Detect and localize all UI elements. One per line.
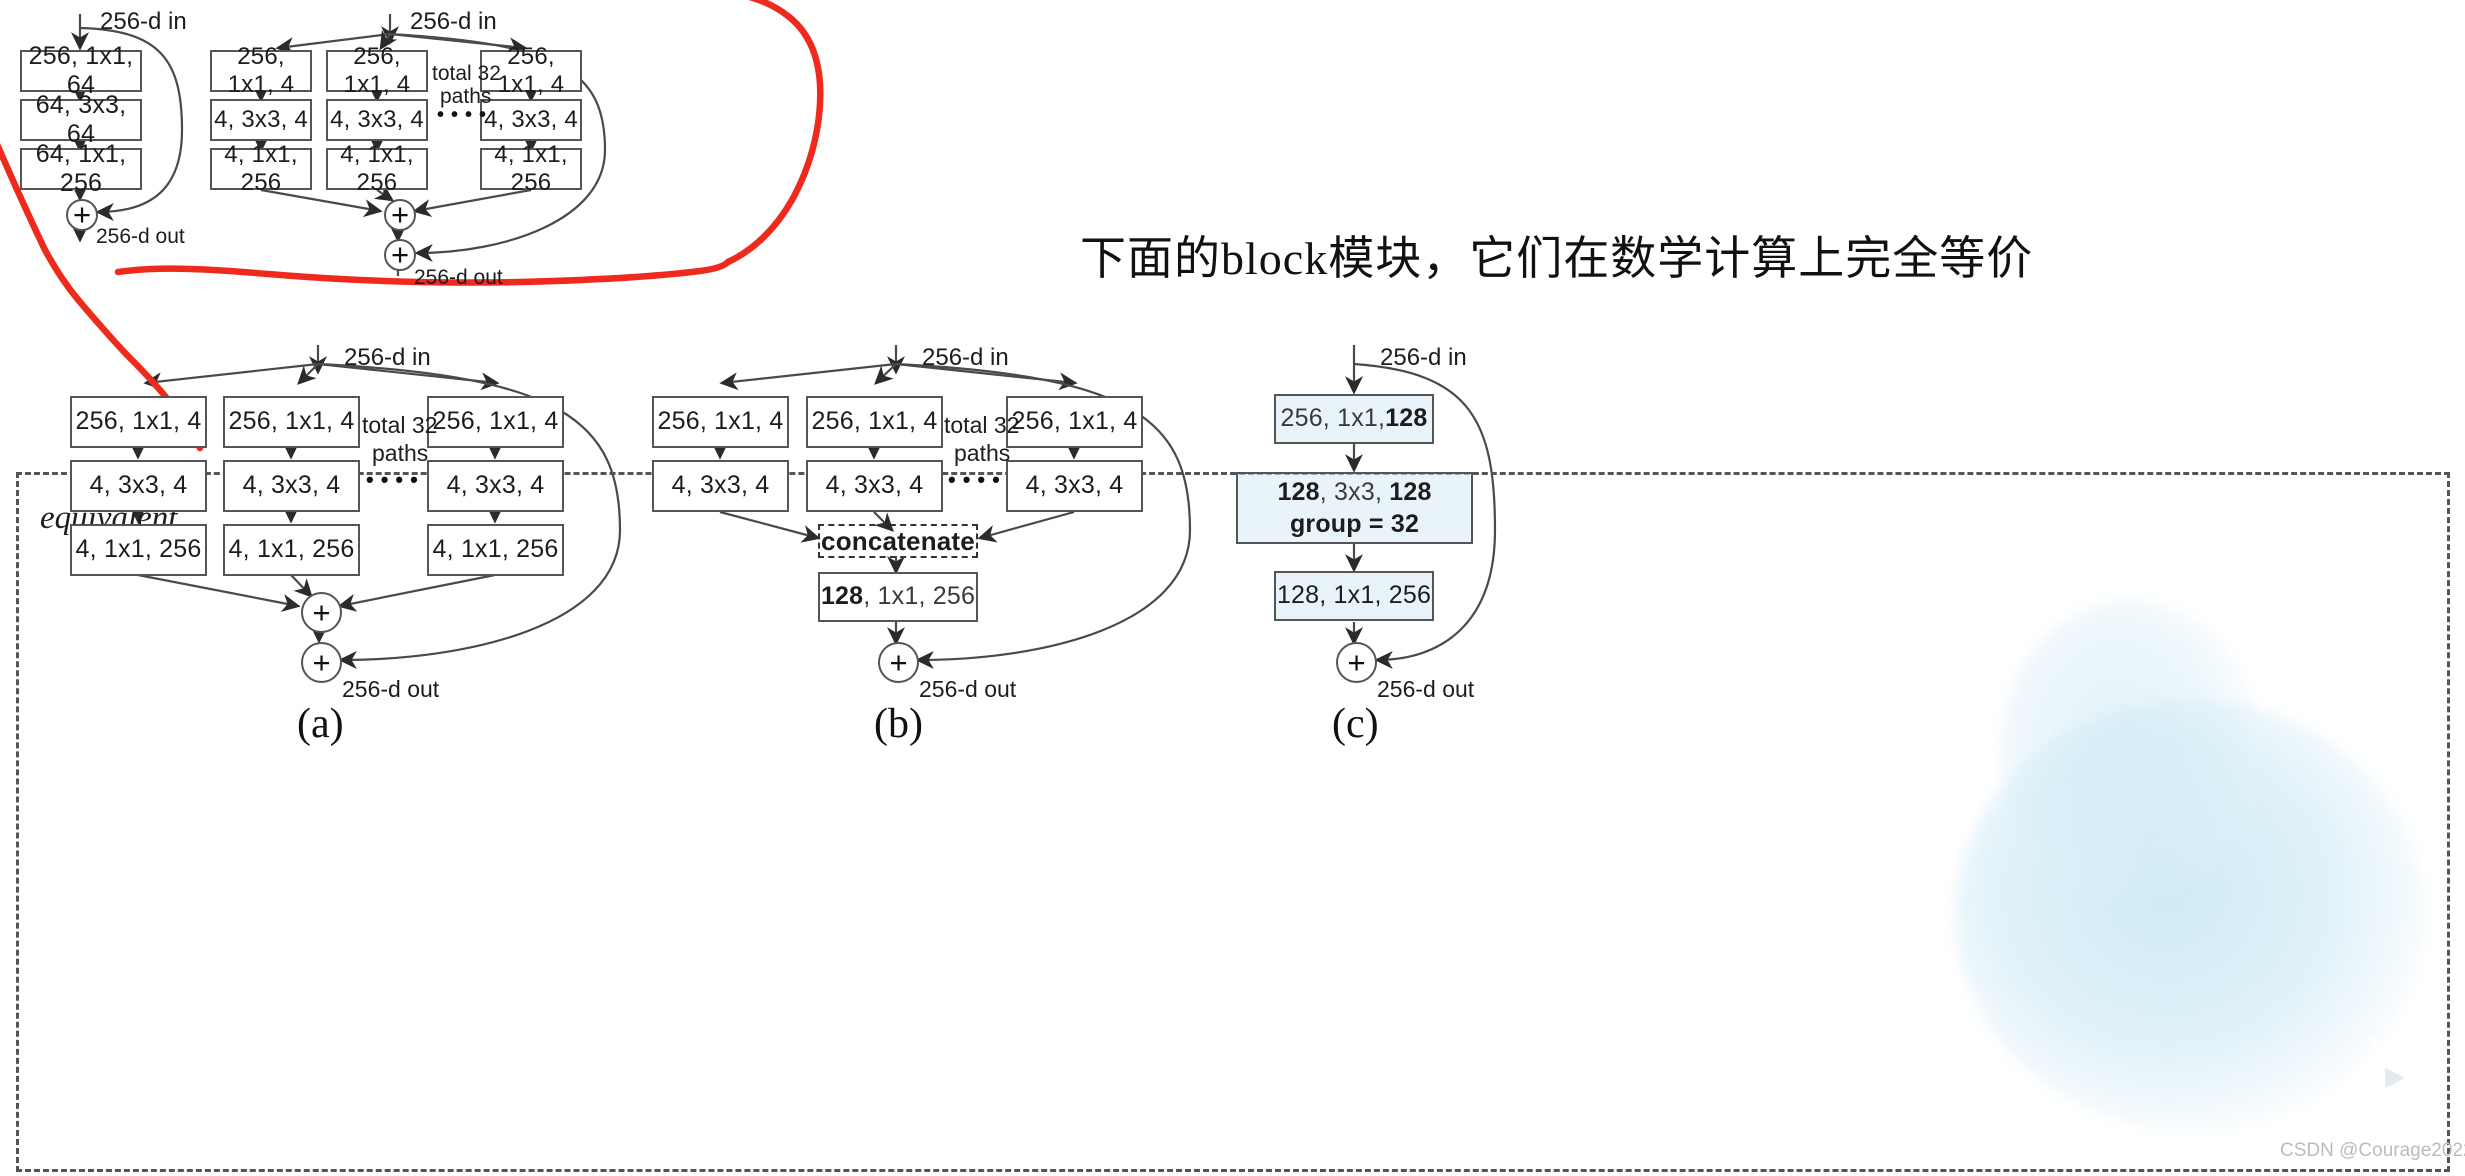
panel-c-conv3: 128, 1x1, 256	[1274, 571, 1434, 621]
top-right-sum-node-2: +	[384, 237, 416, 272]
top-left-conv3: 64, 1x1, 256	[20, 140, 142, 197]
panel-a-in-label: 256-d in	[344, 344, 431, 371]
panel-a-sum-node-2: +	[301, 642, 342, 683]
panel-a-c2-conv3: 4, 1x1, 256	[223, 524, 360, 576]
chinese-annotation: 下面的block模块，它们在数学计算上完全等价	[1080, 233, 2034, 284]
panel-c-conv1-prefix: 256, 1x1,	[1280, 404, 1386, 433]
panel-b-concatenate-node: concatenate	[818, 524, 978, 558]
panel-a-c2-conv1: 256, 1x1, 4	[223, 396, 360, 448]
panel-b-c2-conv2: 4, 3x3, 4	[806, 460, 943, 512]
panel-c-conv2-line1: 128, 3x3, 128	[1277, 476, 1431, 508]
panel-c-conv2-kernel: , 3x3,	[1319, 478, 1390, 506]
panel-b-c1-conv2: 4, 3x3, 4	[652, 460, 789, 512]
top-right-c2-conv3: 4, 1x1, 256	[326, 141, 428, 196]
panel-a-c1-conv1: 256, 1x1, 4	[70, 396, 207, 448]
panel-c-conv1: 256, 1x1, 128	[1274, 394, 1434, 444]
panel-b-merge-conv: 128, 1x1, 256	[818, 572, 978, 622]
csdn-watermark: CSDN @Courage2022	[2280, 1140, 2465, 1161]
panel-c-sum-node: +	[1336, 642, 1377, 683]
panel-c-conv2-bold-in: 128	[1277, 478, 1320, 506]
panel-c-conv2-group: 128, 3x3, 128 group = 32	[1236, 472, 1473, 544]
panel-c-conv2-bold-out: 128	[1389, 478, 1432, 506]
panel-c-caption: (c)	[1332, 701, 1379, 747]
panel-a-caption: (a)	[297, 701, 344, 747]
panel-a-c1-conv2: 4, 3x3, 4	[70, 460, 207, 512]
top-right-c3-conv2: 4, 3x3, 4	[480, 99, 582, 141]
panel-b-paths-note-line2: paths	[954, 440, 1011, 466]
panel-b-c3-conv2: 4, 3x3, 4	[1006, 460, 1143, 512]
panel-b-out-label: 256-d out	[919, 676, 1017, 702]
top-right-ellipsis: ••••	[437, 104, 494, 126]
top-right-c2-conv1: 256, 1x1, 4	[326, 43, 428, 98]
top-right-in-label: 256-d in	[410, 8, 497, 35]
panel-a-paths-note-line2: paths	[372, 440, 429, 466]
panel-c-out-label: 256-d out	[1377, 676, 1475, 702]
top-left-conv1: 256, 1x1, 64	[20, 42, 142, 99]
top-right-c1-conv2: 4, 3x3, 4	[210, 99, 312, 141]
top-left-conv2: 64, 3x3, 64	[20, 91, 142, 148]
top-right-out-label: 256-d out	[414, 266, 503, 289]
top-right-paths-note-line1: total 32	[432, 62, 501, 85]
panel-a-c3-conv3: 4, 1x1, 256	[427, 524, 564, 576]
top-right-c2-conv2: 4, 3x3, 4	[326, 99, 428, 141]
top-left-in-label: 256-d in	[100, 8, 187, 35]
panel-b-paths-note-line1: total 32	[944, 412, 1020, 438]
panel-a-c2-conv2: 4, 3x3, 4	[223, 460, 360, 512]
top-right-sum-node-1: +	[384, 197, 416, 232]
top-left-out-label: 256-d out	[96, 225, 185, 248]
top-left-sum-node: +	[66, 197, 98, 232]
panel-b-merge-conv-rest: , 1x1, 256	[863, 582, 976, 611]
equivalent-panel	[16, 472, 2450, 1172]
panel-b-c3-conv1: 256, 1x1, 4	[1006, 396, 1143, 448]
panel-c-in-label: 256-d in	[1380, 344, 1467, 371]
panel-b-in-label: 256-d in	[922, 344, 1009, 371]
panel-a-sum-node-1: +	[301, 592, 342, 633]
panel-a-paths-note-line1: total 32	[362, 412, 438, 438]
panel-c-conv2-group-label: group = 32	[1289, 510, 1420, 538]
bilibili-logo-icon	[2358, 1036, 2426, 1104]
panel-a-ellipsis: ••••	[366, 467, 425, 492]
panel-a-out-label: 256-d out	[342, 676, 440, 702]
panel-a-c1-conv3: 4, 1x1, 256	[70, 524, 207, 576]
top-right-c3-conv3: 4, 1x1, 256	[480, 141, 582, 196]
top-right-c1-conv1: 256, 1x1, 4	[210, 43, 312, 98]
panel-b-ellipsis: ••••	[948, 467, 1007, 492]
panel-b-c2-conv1: 256, 1x1, 4	[806, 396, 943, 448]
figure-canvas: 256-d in 256, 1x1, 64 64, 3x3, 64 64, 1x…	[0, 0, 2465, 1176]
top-right-c1-conv3: 4, 1x1, 256	[210, 141, 312, 196]
panel-a-c3-conv1: 256, 1x1, 4	[427, 396, 564, 448]
panel-b-sum-node: +	[878, 642, 919, 683]
panel-b-c1-conv1: 256, 1x1, 4	[652, 396, 789, 448]
panel-b-merge-conv-bold: 128	[820, 582, 864, 611]
panel-a-c3-conv2: 4, 3x3, 4	[427, 460, 564, 512]
panel-c-conv1-bold: 128	[1385, 404, 1428, 433]
panel-b-caption: (b)	[874, 701, 923, 747]
